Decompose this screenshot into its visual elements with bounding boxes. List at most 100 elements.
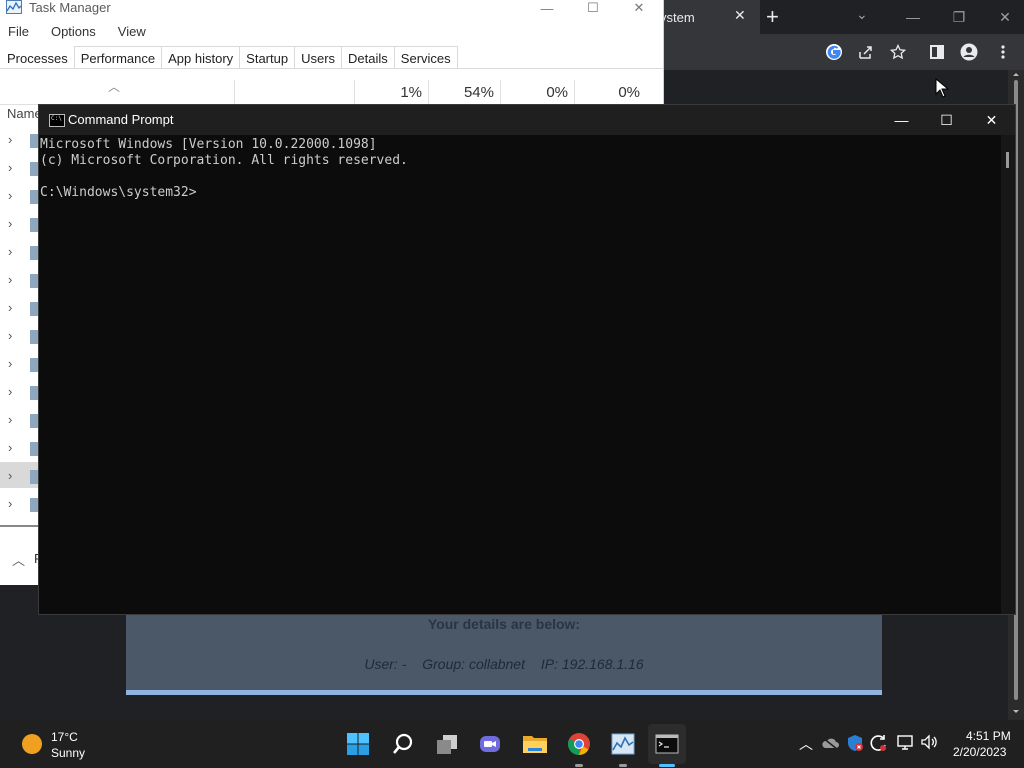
tab-users[interactable]: Users <box>294 46 343 68</box>
expand-chevron-icon[interactable]: › <box>8 468 12 483</box>
tm-minimize-button[interactable]: — <box>524 0 570 16</box>
start-icon[interactable] <box>345 731 371 757</box>
expand-chevron-icon[interactable]: › <box>8 132 12 147</box>
cmd-scrollbar[interactable] <box>1001 135 1015 614</box>
expand-chevron-icon[interactable]: › <box>8 244 12 259</box>
task-manager-titlebar[interactable]: Task Manager — ☐ ✕ <box>0 0 663 16</box>
horizontal-scrollbar[interactable] <box>0 525 38 527</box>
task-manager-title: Task Manager <box>29 0 111 15</box>
taskbar: 17°C Sunny ︿ 4:51 PM 2/20/2023 <box>0 720 1024 768</box>
expand-chevron-icon[interactable]: › <box>8 412 12 427</box>
memory-column-header[interactable]: 54% <box>446 84 494 101</box>
running-indicator <box>575 764 583 767</box>
expand-chevron-icon[interactable]: › <box>8 384 12 399</box>
task-manager-app-icon <box>6 0 22 14</box>
cmd-scrollbar-thumb[interactable] <box>1006 152 1009 168</box>
tab-performance[interactable]: Performance <box>73 46 163 68</box>
file-explorer-icon[interactable] <box>522 731 548 757</box>
new-tab-button[interactable]: + <box>766 4 779 30</box>
tm-maximize-button[interactable]: ☐ <box>570 0 616 16</box>
mouse-cursor-icon <box>935 77 950 98</box>
expand-chevron-icon[interactable]: › <box>8 440 12 455</box>
expand-chevron-icon[interactable]: › <box>8 496 12 511</box>
browser-menu-icon[interactable] <box>994 43 1012 61</box>
expand-chevron-icon[interactable]: › <box>8 272 12 287</box>
cmd-line: Microsoft Windows [Version 10.0.22000.10… <box>40 137 377 152</box>
search-icon[interactable] <box>390 731 416 757</box>
browser-close-button[interactable]: ✕ <box>982 0 1024 34</box>
onedrive-icon[interactable] <box>821 736 839 753</box>
browser-minimize-button[interactable]: — <box>890 0 936 34</box>
details-user: User: - <box>364 656 407 672</box>
side-panel-icon[interactable] <box>928 43 946 61</box>
running-indicator <box>619 764 627 767</box>
cmd-prompt-line: C:\Windows\system32> <box>40 185 197 200</box>
tab-details[interactable]: Details <box>341 46 395 68</box>
cmd-maximize-button[interactable]: ☐ <box>924 105 969 135</box>
chrome-icon[interactable] <box>566 731 592 757</box>
expand-chevron-icon[interactable]: › <box>8 188 12 203</box>
process-icon <box>30 386 38 400</box>
expand-chevron-icon[interactable]: › <box>8 216 12 231</box>
sort-arrow-icon[interactable]: ︿ <box>108 78 120 95</box>
task-manager-tabs: Processes Performance App history Startu… <box>0 46 663 69</box>
windows-security-icon[interactable] <box>846 734 864 755</box>
menu-options[interactable]: Options <box>51 24 96 42</box>
menu-view[interactable]: View <box>118 24 146 42</box>
sunny-weather-icon[interactable] <box>22 734 42 754</box>
clock-time[interactable]: 4:51 PM <box>966 729 1011 743</box>
command-prompt-icon[interactable] <box>654 731 680 757</box>
expand-chevron-icon[interactable]: › <box>8 356 12 371</box>
show-hidden-icons-chevron-icon[interactable]: ︿ <box>799 734 813 754</box>
weather-temperature[interactable]: 17°C <box>51 730 78 744</box>
column-divider <box>234 80 235 104</box>
cpu-column-header[interactable]: 1% <box>380 84 422 101</box>
command-prompt-app-icon <box>49 114 65 127</box>
tab-app-history[interactable]: App history <box>161 46 241 68</box>
profile-icon[interactable] <box>960 43 978 61</box>
browser-tab[interactable]: ystem ✕ <box>650 0 760 34</box>
chat-icon[interactable] <box>477 731 503 757</box>
process-icon <box>30 498 38 512</box>
process-icon <box>30 414 38 428</box>
task-view-icon[interactable] <box>434 731 460 757</box>
tm-close-button[interactable]: ✕ <box>616 0 662 16</box>
weather-description[interactable]: Sunny <box>51 746 85 760</box>
name-column-header[interactable]: Name <box>7 106 42 121</box>
google-icon[interactable] <box>825 43 843 61</box>
cmd-titlebar[interactable]: Command Prompt — ☐ ✕ <box>39 105 1015 135</box>
tab-search-icon[interactable]: ⌄ <box>856 6 868 23</box>
process-icon <box>30 246 38 260</box>
volume-icon[interactable] <box>920 734 938 753</box>
bookmark-star-icon[interactable] <box>889 43 907 61</box>
details-heading: Your details are below: <box>427 616 581 632</box>
menu-file[interactable]: File <box>8 24 29 42</box>
tab-services[interactable]: Services <box>393 46 458 68</box>
process-icon <box>30 162 38 176</box>
cmd-close-button[interactable]: ✕ <box>969 105 1014 135</box>
clock-date[interactable]: 2/20/2023 <box>953 745 1006 759</box>
cmd-console-output[interactable]: Microsoft Windows [Version 10.0.22000.10… <box>39 135 999 614</box>
network-column-header[interactable]: 0% <box>592 84 640 101</box>
browser-restore-button[interactable]: ❐ <box>936 0 982 34</box>
update-restart-icon[interactable] <box>870 734 888 755</box>
disk-column-header[interactable]: 0% <box>520 84 568 101</box>
tab-startup[interactable]: Startup <box>239 46 296 68</box>
process-icon <box>30 302 38 316</box>
network-icon[interactable] <box>897 734 915 753</box>
expand-chevron-icon[interactable]: › <box>8 300 12 315</box>
process-icon <box>30 134 38 148</box>
command-prompt-window: Command Prompt — ☐ ✕ Microsoft Windows [… <box>38 104 1016 615</box>
details-ip: IP: 192.168.1.16 <box>540 656 644 672</box>
task-manager-icon[interactable] <box>610 731 636 757</box>
details-line: User: - Group: collabnet IP: 192.168.1.1… <box>126 656 882 672</box>
fewer-details-chevron-icon[interactable]: ︿ <box>12 550 25 569</box>
expand-chevron-icon[interactable]: › <box>8 160 12 175</box>
expand-chevron-icon[interactable]: › <box>8 328 12 343</box>
process-icon <box>30 330 38 344</box>
close-tab-icon[interactable]: ✕ <box>734 7 746 24</box>
cmd-minimize-button[interactable]: — <box>879 105 924 135</box>
share-icon[interactable] <box>857 43 875 61</box>
column-divider <box>574 80 575 104</box>
tab-processes[interactable]: Processes <box>0 46 75 68</box>
